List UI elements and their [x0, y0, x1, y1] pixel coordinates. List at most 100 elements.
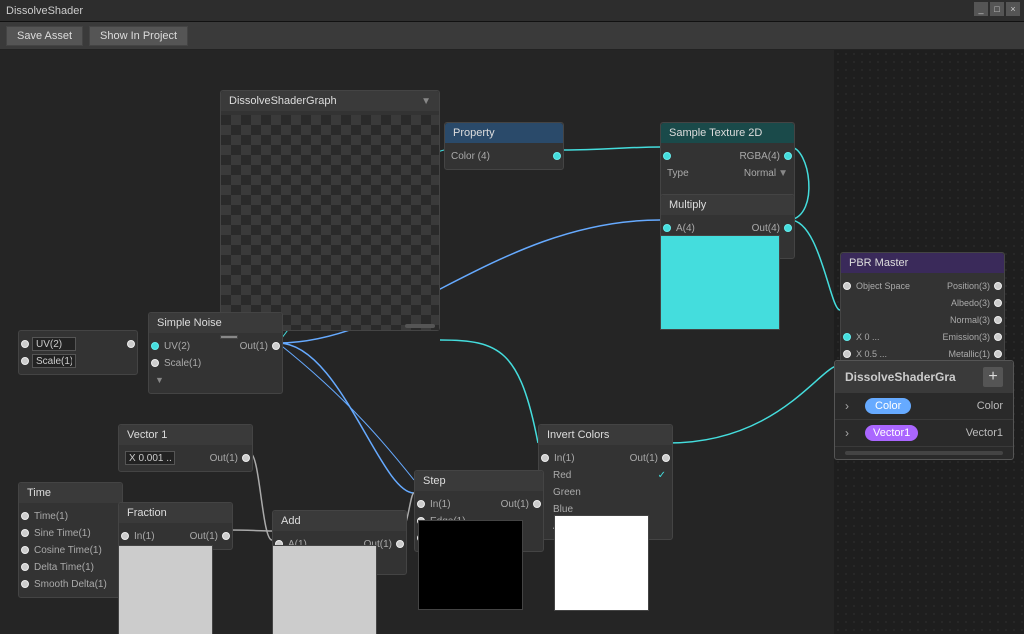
pbr-albedo-port[interactable]: [994, 299, 1002, 307]
node-fraction[interactable]: Fraction In(1) Out(1): [118, 502, 233, 550]
titlebar: DissolveShader _ □ ×: [0, 0, 1024, 22]
pbr-objectspace-port[interactable]: [843, 282, 851, 290]
invert-preview: [554, 515, 649, 611]
time-cosine-port[interactable]: [21, 546, 29, 554]
node-time[interactable]: Time Time(1) Sine Time(1) Cosine Time(1)…: [18, 482, 123, 598]
node-sn-input-body: [19, 331, 137, 374]
time-delta-port[interactable]: [21, 563, 29, 571]
sn-scale-in-port2[interactable]: [21, 357, 29, 365]
ic-red-check: ✓: [658, 470, 666, 481]
multiply-out-port[interactable]: [784, 224, 792, 232]
sn-scale-input[interactable]: [32, 354, 76, 368]
color-preview-node: [660, 235, 780, 330]
pbr-emission-in-port[interactable]: [843, 333, 851, 341]
color-expand-icon[interactable]: ›: [845, 399, 859, 413]
st-rgba-out-port[interactable]: [784, 152, 792, 160]
vector1-property-label: Vector1: [966, 427, 1003, 439]
window-controls[interactable]: _ □ ×: [974, 2, 1020, 16]
pbr-emission-label: Emission(3): [942, 332, 990, 342]
node-add-header: Add: [273, 511, 406, 531]
pbr-emission-port[interactable]: [994, 333, 1002, 341]
time-delta-row: Delta Time(1): [25, 559, 116, 575]
ic-in-port[interactable]: [541, 454, 549, 462]
titlebar-title: DissolveShader: [6, 5, 83, 17]
step-out-port[interactable]: [533, 500, 541, 508]
time-sine-label: Sine Time(1): [34, 528, 91, 539]
multiply-out-label: Out(4): [752, 223, 780, 234]
sn-uv-label: UV(2): [164, 341, 190, 352]
node-step-header: Step: [415, 471, 543, 491]
multiply-a-in-port[interactable]: [663, 224, 671, 232]
color-property-label: Color: [977, 400, 1003, 412]
step-in-port[interactable]: [417, 500, 425, 508]
node-vector1-header: Vector 1: [119, 425, 252, 445]
step-in-row: In(1) Out(1): [421, 496, 537, 512]
time-smooth-port[interactable]: [21, 580, 29, 588]
node-vector1[interactable]: Vector 1 Out(1): [118, 424, 253, 472]
sn-uv-input[interactable]: [32, 337, 76, 351]
pbr-objectspace-label: Object Space: [856, 281, 910, 291]
pbr-normal-port[interactable]: [994, 316, 1002, 324]
show-in-project-button[interactable]: Show In Project: [89, 26, 188, 46]
pbr-normal-label: Normal(3): [950, 315, 990, 325]
vector1-property-tag[interactable]: Vector1: [865, 425, 918, 441]
sn-uv-out-port[interactable]: [127, 340, 135, 348]
toolbar: Save Asset Show In Project: [0, 22, 1024, 50]
node-vector1-title: Vector 1: [127, 429, 167, 441]
ic-blue-label: Blue: [553, 504, 573, 515]
pbr-position-port[interactable]: [994, 282, 1002, 290]
sn-expand-arrow[interactable]: ▼: [155, 375, 164, 385]
ic-in-row: In(1) Out(1): [545, 450, 666, 466]
frac-in-port[interactable]: [121, 532, 129, 540]
node-time-title: Time: [27, 487, 51, 499]
node-fraction-header: Fraction: [119, 503, 232, 523]
pbr-metallic-in-port[interactable]: [843, 350, 851, 358]
st-type-value: Normal: [744, 168, 776, 179]
sn-out-port[interactable]: [272, 342, 280, 350]
pbr-metallic-label: Metallic(1): [948, 349, 990, 359]
dropdown-icon[interactable]: ▼: [421, 96, 431, 107]
node-simple-noise[interactable]: Simple Noise UV(2) Out(1) Scale(1) ▼: [148, 312, 283, 394]
v1-value-input[interactable]: [125, 451, 175, 465]
sn-scale-in-port[interactable]: [151, 359, 159, 367]
node-simple-noise-input[interactable]: [18, 330, 138, 375]
sn-out-label: Out(1): [240, 341, 268, 352]
multiply-a-label: A(4): [676, 223, 695, 234]
shader-graph-canvas[interactable]: DissolveShaderGraph ▼ Property Color (4)…: [0, 50, 1024, 634]
property-color-out-port[interactable]: [553, 152, 561, 160]
node-dissolve-graph[interactable]: DissolveShaderGraph ▼: [220, 90, 440, 331]
frac-out-port[interactable]: [222, 532, 230, 540]
node-invert-colors-title: Invert Colors: [547, 429, 609, 441]
time-time-port[interactable]: [21, 512, 29, 520]
pbr-emission-row: X 0 ... Emission(3): [847, 329, 998, 345]
sn-input-port[interactable]: [21, 340, 29, 348]
frac-out-label: Out(1): [190, 531, 218, 542]
close-button[interactable]: ×: [1006, 2, 1020, 16]
color-property-tag[interactable]: Color: [865, 398, 911, 414]
dissolve-panel-add-button[interactable]: +: [983, 367, 1003, 387]
node-add-title: Add: [281, 515, 301, 527]
st-in-port[interactable]: [663, 152, 671, 160]
node-dissolve-graph-header: DissolveShaderGraph ▼: [221, 91, 439, 111]
dissolve-vector1-row: › Vector1 Vector1: [835, 420, 1013, 447]
sn-expand-row: ▼: [155, 372, 276, 388]
save-asset-button[interactable]: Save Asset: [6, 26, 83, 46]
ic-red-label: Red: [553, 470, 571, 481]
time-cosine-label: Cosine Time(1): [34, 545, 102, 556]
time-cosine-row: Cosine Time(1): [25, 542, 116, 558]
sn-uv-row: UV(2) Out(1): [155, 338, 276, 354]
time-sine-port[interactable]: [21, 529, 29, 537]
pbr-metallic-port[interactable]: [994, 350, 1002, 358]
sn-uv-in-port[interactable]: [151, 342, 159, 350]
minimize-button[interactable]: _: [974, 2, 988, 16]
node-property[interactable]: Property Color (4): [444, 122, 564, 170]
vector1-expand-icon[interactable]: ›: [845, 426, 859, 440]
ic-in-label: In(1): [554, 453, 575, 464]
ic-out-port[interactable]: [662, 454, 670, 462]
add-out-port[interactable]: [396, 540, 404, 548]
node-vector1-body: Out(1): [119, 445, 252, 471]
st-rgba-row: RGBA(4): [667, 148, 788, 164]
v1-out-port[interactable]: [242, 454, 250, 462]
maximize-button[interactable]: □: [990, 2, 1004, 16]
st-dropdown-icon[interactable]: ▼: [778, 168, 788, 179]
